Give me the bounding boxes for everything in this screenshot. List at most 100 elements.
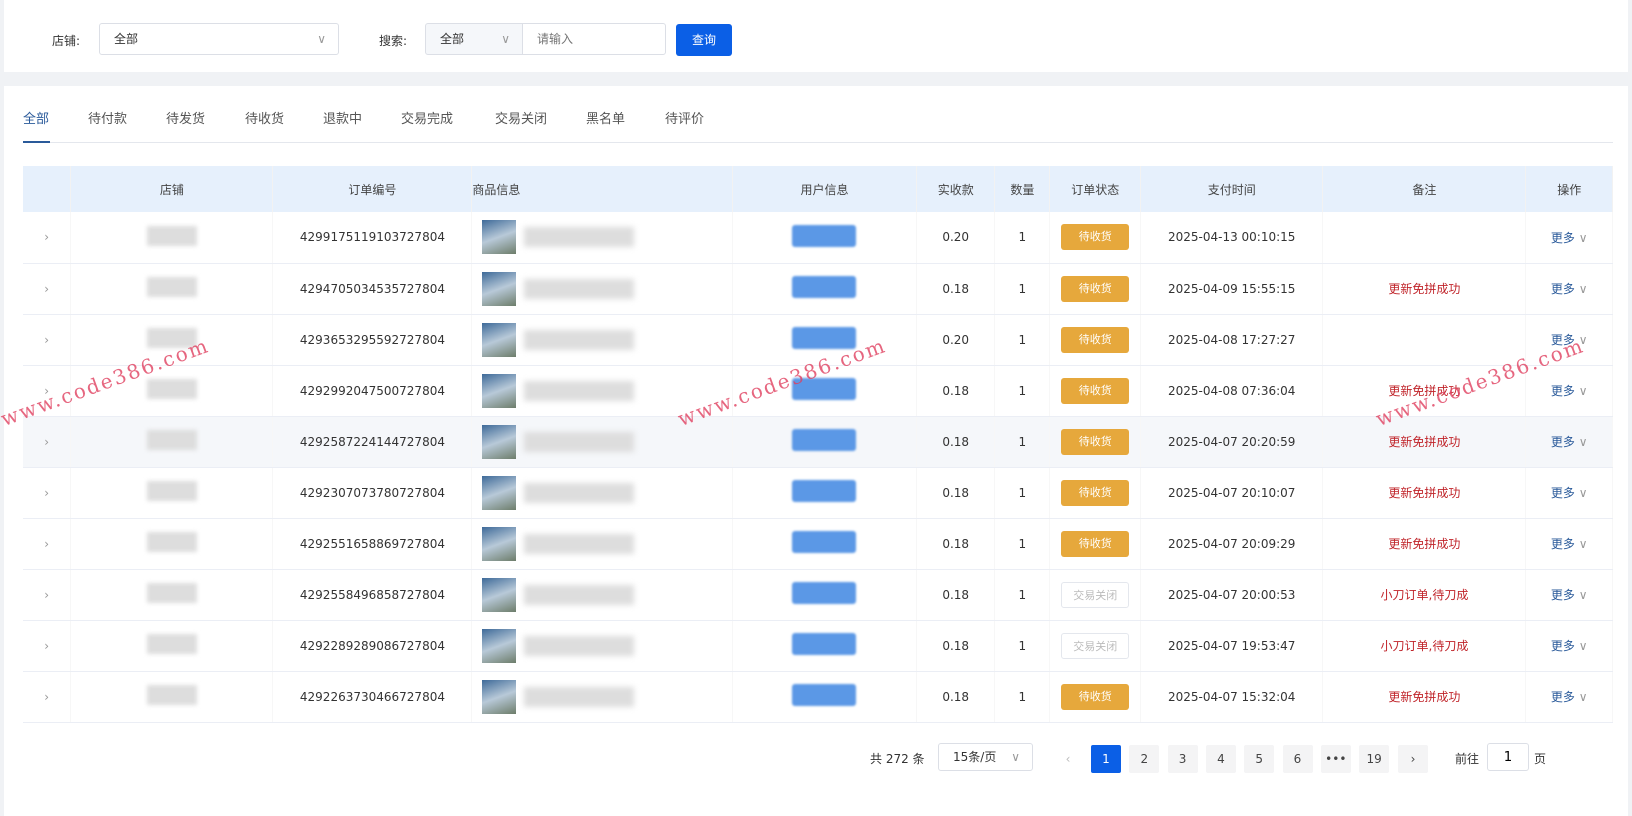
page-button[interactable]: 4 bbox=[1205, 745, 1236, 773]
table-row[interactable]: › 4292263730466727804 0.18 1 待收货 2025-04… bbox=[23, 671, 1613, 723]
order-no: 4292307073780727804 bbox=[272, 467, 473, 519]
more-dropdown[interactable]: 更多 ∨ bbox=[1551, 690, 1588, 704]
redacted-product bbox=[524, 533, 635, 554]
page-button[interactable]: 1 bbox=[1091, 745, 1121, 773]
order-no: 4292289289086727804 bbox=[272, 620, 473, 672]
page-size-select[interactable]: 15条/页 ∨ bbox=[938, 743, 1033, 771]
page-button[interactable]: 19 bbox=[1359, 745, 1390, 773]
product-thumbnail bbox=[482, 577, 517, 612]
shop-cell bbox=[70, 569, 274, 621]
search-input[interactable] bbox=[522, 23, 666, 55]
chevron-down-icon: ∨ bbox=[1578, 384, 1588, 398]
redacted-user bbox=[792, 633, 857, 655]
table-row[interactable]: › 4292587224144727804 0.18 1 待收货 2025-04… bbox=[23, 416, 1613, 468]
more-dropdown[interactable]: 更多 ∨ bbox=[1551, 537, 1588, 551]
tab-6[interactable]: 交易关闭 bbox=[495, 108, 547, 127]
redacted-shop bbox=[146, 481, 197, 501]
expand-row-icon[interactable]: › bbox=[23, 212, 72, 264]
table-row[interactable]: › 4292289289086727804 0.18 1 交易关闭 2025-0… bbox=[23, 620, 1613, 672]
amount: 0.18 bbox=[916, 365, 996, 417]
tab-8[interactable]: 待评价 bbox=[665, 108, 704, 127]
more-label: 更多 bbox=[1550, 282, 1575, 296]
product-cell bbox=[471, 518, 733, 570]
page-button[interactable]: 2 bbox=[1129, 745, 1160, 773]
table-row[interactable]: › 4292558496858727804 0.18 1 交易关闭 2025-0… bbox=[23, 569, 1613, 621]
redacted-shop bbox=[146, 277, 197, 297]
shop-cell bbox=[70, 467, 274, 519]
redacted-shop bbox=[146, 379, 197, 399]
more-dropdown[interactable]: 更多 ∨ bbox=[1551, 384, 1588, 398]
tab-4[interactable]: 退款中 bbox=[323, 108, 362, 127]
chevron-down-icon: ∨ bbox=[1578, 690, 1588, 704]
chevron-down-icon: ∨ bbox=[1578, 282, 1588, 296]
table-row[interactable]: › 4292307073780727804 0.18 1 待收货 2025-04… bbox=[23, 467, 1613, 519]
expand-row-icon[interactable]: › bbox=[23, 671, 72, 723]
page-button[interactable]: 5 bbox=[1244, 745, 1275, 773]
next-page-button[interactable]: › bbox=[1398, 745, 1428, 773]
query-button[interactable]: 查询 bbox=[676, 24, 732, 56]
product-thumbnail bbox=[482, 475, 517, 510]
filter-bar: 店铺: 全部 ∨ 搜索: 全部 ∨ 查询 bbox=[4, 0, 1628, 72]
redacted-user bbox=[792, 531, 857, 553]
tab-3[interactable]: 待收货 bbox=[245, 108, 284, 127]
expand-row-icon[interactable]: › bbox=[23, 467, 72, 519]
pay-time: 2025-04-08 07:36:04 bbox=[1140, 365, 1324, 417]
column-header: 商品信息 bbox=[471, 166, 733, 212]
more-label: 更多 bbox=[1550, 486, 1575, 500]
more-dropdown[interactable]: 更多 ∨ bbox=[1551, 639, 1588, 653]
amount: 0.18 bbox=[916, 671, 996, 723]
goto-page-input[interactable] bbox=[1487, 743, 1529, 771]
tab-7[interactable]: 黑名单 bbox=[586, 108, 625, 127]
expand-row-icon[interactable]: › bbox=[23, 416, 72, 468]
status-cell: 待收货 bbox=[1049, 365, 1142, 417]
status-cell: 交易关闭 bbox=[1049, 569, 1142, 621]
table-row[interactable]: › 4299175119103727804 0.20 1 待收货 2025-04… bbox=[23, 212, 1613, 264]
product-thumbnail bbox=[482, 628, 517, 663]
product-cell bbox=[471, 314, 733, 366]
chevron-down-icon: ∨ bbox=[1011, 750, 1020, 764]
redacted-user bbox=[792, 480, 857, 502]
shop-cell bbox=[70, 263, 274, 315]
more-dropdown[interactable]: 更多 ∨ bbox=[1551, 282, 1588, 296]
expand-row-icon[interactable]: › bbox=[23, 620, 72, 672]
more-dropdown[interactable]: 更多 ∨ bbox=[1551, 231, 1588, 245]
product-cell bbox=[471, 467, 733, 519]
tab-5[interactable]: 交易完成 bbox=[401, 108, 453, 127]
more-dropdown[interactable]: 更多 ∨ bbox=[1551, 486, 1588, 500]
note: 更新免拼成功 bbox=[1322, 416, 1527, 468]
user-cell bbox=[732, 620, 918, 672]
status-cell: 待收货 bbox=[1049, 467, 1142, 519]
tab-2[interactable]: 待发货 bbox=[166, 108, 205, 127]
more-dropdown[interactable]: 更多 ∨ bbox=[1551, 588, 1588, 602]
product-thumbnail bbox=[482, 424, 517, 459]
amount: 0.18 bbox=[916, 467, 996, 519]
chevron-down-icon: ∨ bbox=[317, 32, 326, 46]
quantity: 1 bbox=[994, 314, 1051, 366]
status-cell: 待收货 bbox=[1049, 263, 1142, 315]
expand-row-icon[interactable]: › bbox=[23, 518, 72, 570]
note: 小刀订单,待刀成 bbox=[1322, 569, 1527, 621]
expand-row-icon[interactable]: › bbox=[23, 314, 72, 366]
table-row[interactable]: › 4292551658869727804 0.18 1 待收货 2025-04… bbox=[23, 518, 1613, 570]
search-type-value: 全部 bbox=[440, 32, 465, 46]
tab-0[interactable]: 全部 bbox=[23, 108, 49, 127]
shop-select[interactable]: 全部 ∨ bbox=[99, 23, 339, 55]
page-button[interactable]: 6 bbox=[1282, 745, 1313, 773]
order-tabs: 全部 待付款 待发货 待收货 退款中 交易完成 交易关闭 黑名单 待评价 bbox=[23, 86, 1613, 143]
quantity: 1 bbox=[994, 416, 1051, 468]
page-button[interactable]: 3 bbox=[1167, 745, 1198, 773]
more-dropdown[interactable]: 更多 ∨ bbox=[1551, 435, 1588, 449]
prev-page-button[interactable]: ‹ bbox=[1053, 745, 1083, 773]
table-row[interactable]: › 4294705034535727804 0.18 1 待收货 2025-04… bbox=[23, 263, 1613, 315]
redacted-product bbox=[524, 380, 635, 401]
expand-row-icon[interactable]: › bbox=[23, 263, 72, 315]
tab-1[interactable]: 待付款 bbox=[88, 108, 127, 127]
search-type-select[interactable]: 全部 ∨ bbox=[425, 23, 523, 55]
status-badge: 待收货 bbox=[1061, 275, 1130, 302]
user-cell bbox=[732, 518, 918, 570]
more-cell: 更多 ∨ bbox=[1525, 671, 1613, 723]
expand-row-icon[interactable]: › bbox=[23, 569, 72, 621]
column-header: 用户信息 bbox=[732, 166, 918, 212]
page-button[interactable]: ••• bbox=[1320, 745, 1351, 773]
quantity: 1 bbox=[994, 671, 1051, 723]
